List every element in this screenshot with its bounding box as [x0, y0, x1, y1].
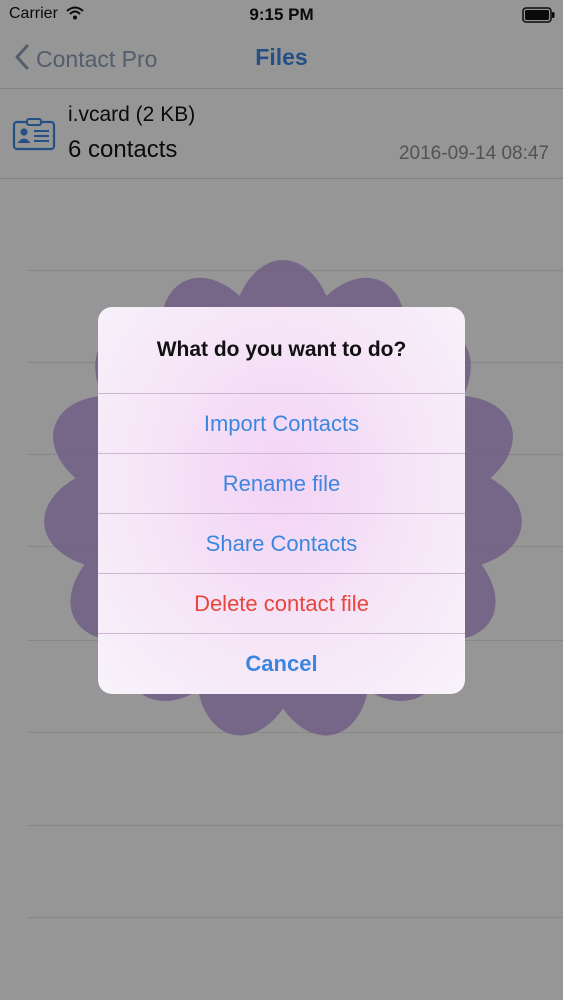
cancel-button[interactable]: Cancel — [98, 633, 465, 693]
app-screen: Carrier 9:15 PM Contact Pro Files i.vcar… — [0, 0, 563, 1000]
delete-contact-file-button[interactable]: Delete contact file — [98, 573, 465, 633]
import-contacts-button[interactable]: Import Contacts — [98, 393, 465, 453]
share-contacts-button[interactable]: Share Contacts — [98, 513, 465, 573]
alert-title: What do you want to do? — [156, 338, 407, 361]
action-alert: What do you want to do? Import Contacts … — [98, 307, 465, 694]
rename-file-button[interactable]: Rename file — [98, 453, 465, 513]
